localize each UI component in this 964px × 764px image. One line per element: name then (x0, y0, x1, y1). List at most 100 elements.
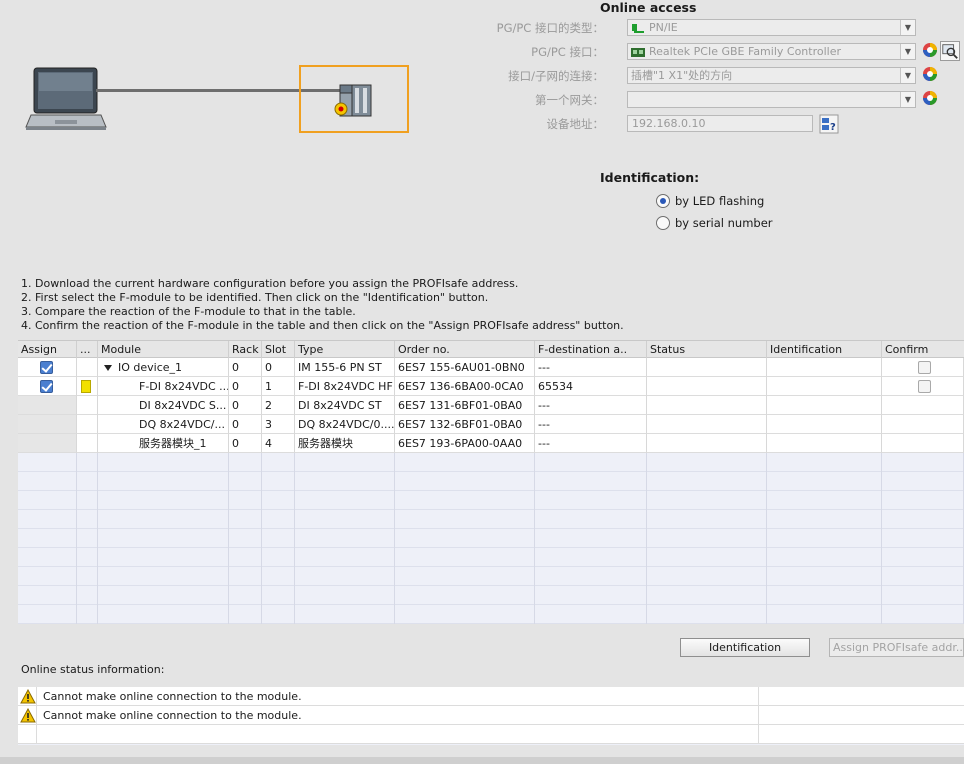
confirm-checkbox[interactable] (918, 361, 931, 374)
column-divider (881, 491, 882, 510)
column-divider (228, 453, 229, 472)
device-address-field[interactable]: 192.168.0.10 (627, 115, 813, 132)
connection-status-icon (923, 67, 937, 81)
chevron-down-icon[interactable]: ▼ (900, 44, 915, 59)
assign-checkbox[interactable] (40, 361, 53, 374)
search-icon[interactable] (940, 41, 960, 61)
column-divider (534, 472, 535, 491)
column-divider (394, 586, 395, 605)
chevron-down-icon[interactable]: ▼ (900, 92, 915, 107)
column-divider (881, 586, 882, 605)
empty-row (18, 453, 964, 472)
gateway-select[interactable]: ▼ (627, 91, 916, 108)
radio-button[interactable] (656, 194, 670, 208)
cell-ident (767, 434, 882, 453)
assign-profisafe-address-button[interactable]: Assign PROFIsafe addr... (829, 638, 964, 657)
pgpc-type-value: PN/IE (649, 21, 678, 34)
col-slot[interactable]: Slot (262, 341, 295, 358)
table-row[interactable]: F-DI 8x24VDC ... 0 1 F-DI 8x24VDC HF 6ES7 13… (18, 377, 964, 396)
empty-row (18, 548, 964, 567)
radio-by-led[interactable]: by LED flashing (656, 194, 764, 208)
address-help-icon[interactable]: ? (819, 114, 839, 134)
pgpc-type-label: PG/PC 接口的类型： (496, 21, 604, 35)
column-divider (646, 510, 647, 529)
column-divider (228, 529, 229, 548)
column-divider (76, 548, 77, 567)
cell-slot: 0 (262, 358, 295, 377)
status-message-row[interactable]: Cannot make online connection to the mod… (18, 687, 964, 706)
module-name: DI 8x24VDC S... (139, 399, 227, 412)
cell-fdest: 65534 (535, 377, 647, 396)
column-divider (646, 548, 647, 567)
empty-row (18, 605, 964, 624)
col-confirm[interactable]: Confirm (882, 341, 964, 358)
column-divider (97, 586, 98, 605)
radio-button[interactable] (656, 216, 670, 230)
cell-confirm (882, 396, 964, 415)
column-divider (881, 472, 882, 491)
empty-row (18, 510, 964, 529)
col-type[interactable]: Type (295, 341, 395, 358)
identification-button[interactable]: Identification (680, 638, 810, 657)
cell-module: DI 8x24VDC S... (98, 396, 229, 415)
column-divider (758, 687, 759, 706)
chevron-down-icon[interactable]: ▼ (900, 68, 915, 83)
column-divider (646, 605, 647, 624)
col-order-no[interactable]: Order no. (395, 341, 535, 358)
cell-rack: 0 (229, 358, 262, 377)
cell-fdest: --- (535, 396, 647, 415)
assign-checkbox[interactable] (40, 380, 53, 393)
confirm-checkbox[interactable] (918, 380, 931, 393)
cell-ident (767, 396, 882, 415)
empty-row (18, 567, 964, 586)
column-divider (881, 605, 882, 624)
table-row[interactable]: DI 8x24VDC S... 0 2 DI 8x24VDC ST 6ES7 131-6… (18, 396, 964, 415)
column-divider (394, 567, 395, 586)
column-divider (646, 453, 647, 472)
cell-order: 6ES7 155-6AU01-0BN0 (395, 358, 535, 377)
pgpc-type-select[interactable]: PN/IE ▼ (627, 19, 916, 36)
column-divider (76, 605, 77, 624)
column-divider (881, 453, 882, 472)
col-status[interactable]: Status (647, 341, 767, 358)
column-divider (881, 510, 882, 529)
col-module[interactable]: Module (98, 341, 229, 358)
col-identification[interactable]: Identification (767, 341, 882, 358)
column-divider (294, 510, 295, 529)
column-divider (534, 548, 535, 567)
table-row[interactable]: 服务器模块_1 0 4 服务器模块 6ES7 193-6PA00-0AA0 --- (18, 434, 964, 453)
ethernet-icon (632, 23, 644, 33)
chevron-down-icon[interactable]: ▼ (900, 20, 915, 35)
status-message-row[interactable]: Cannot make online connection to the mod… (18, 706, 964, 725)
radio-by-serial[interactable]: by serial number (656, 216, 773, 230)
column-divider (766, 491, 767, 510)
empty-row (18, 491, 964, 510)
column-divider (766, 605, 767, 624)
connection-status-icon (923, 91, 937, 105)
col-assign[interactable]: Assign (18, 341, 77, 358)
col-extra[interactable]: ... (77, 341, 98, 358)
table-row[interactable]: DQ 8x24VDC/... 0 3 DQ 8x24VDC/0.... 6ES7 132… (18, 415, 964, 434)
f-module-table: Assign ... Module Rack Slot Type Order n… (18, 340, 964, 624)
column-divider (646, 529, 647, 548)
cell-assign (18, 415, 77, 434)
cell-module: DQ 8x24VDC/... (98, 415, 229, 434)
cell-type: IM 155-6 PN ST (295, 358, 395, 377)
cell-type: F-DI 8x24VDC HF (295, 377, 395, 396)
cell-status (647, 415, 767, 434)
column-divider (228, 510, 229, 529)
column-divider (76, 586, 77, 605)
expand-triangle-icon[interactable] (104, 365, 112, 371)
column-divider (534, 605, 535, 624)
cell-flagcol (77, 434, 98, 453)
module-name: DQ 8x24VDC/... (139, 418, 226, 431)
col-rack[interactable]: Rack (229, 341, 262, 358)
table-row[interactable]: IO device_1 0 0 IM 155-6 PN ST 6ES7 155-6AU0… (18, 358, 964, 377)
subnet-connection-select[interactable]: 插槽"1 X1"处的方向 ▼ (627, 67, 916, 84)
column-divider (294, 567, 295, 586)
pgpc-interface-select[interactable]: Realtek PCIe GBE Family Controller ▼ (627, 43, 916, 60)
column-divider (97, 548, 98, 567)
cell-confirm (882, 434, 964, 453)
column-divider (294, 453, 295, 472)
col-f-destination[interactable]: F-destination a.. (535, 341, 647, 358)
